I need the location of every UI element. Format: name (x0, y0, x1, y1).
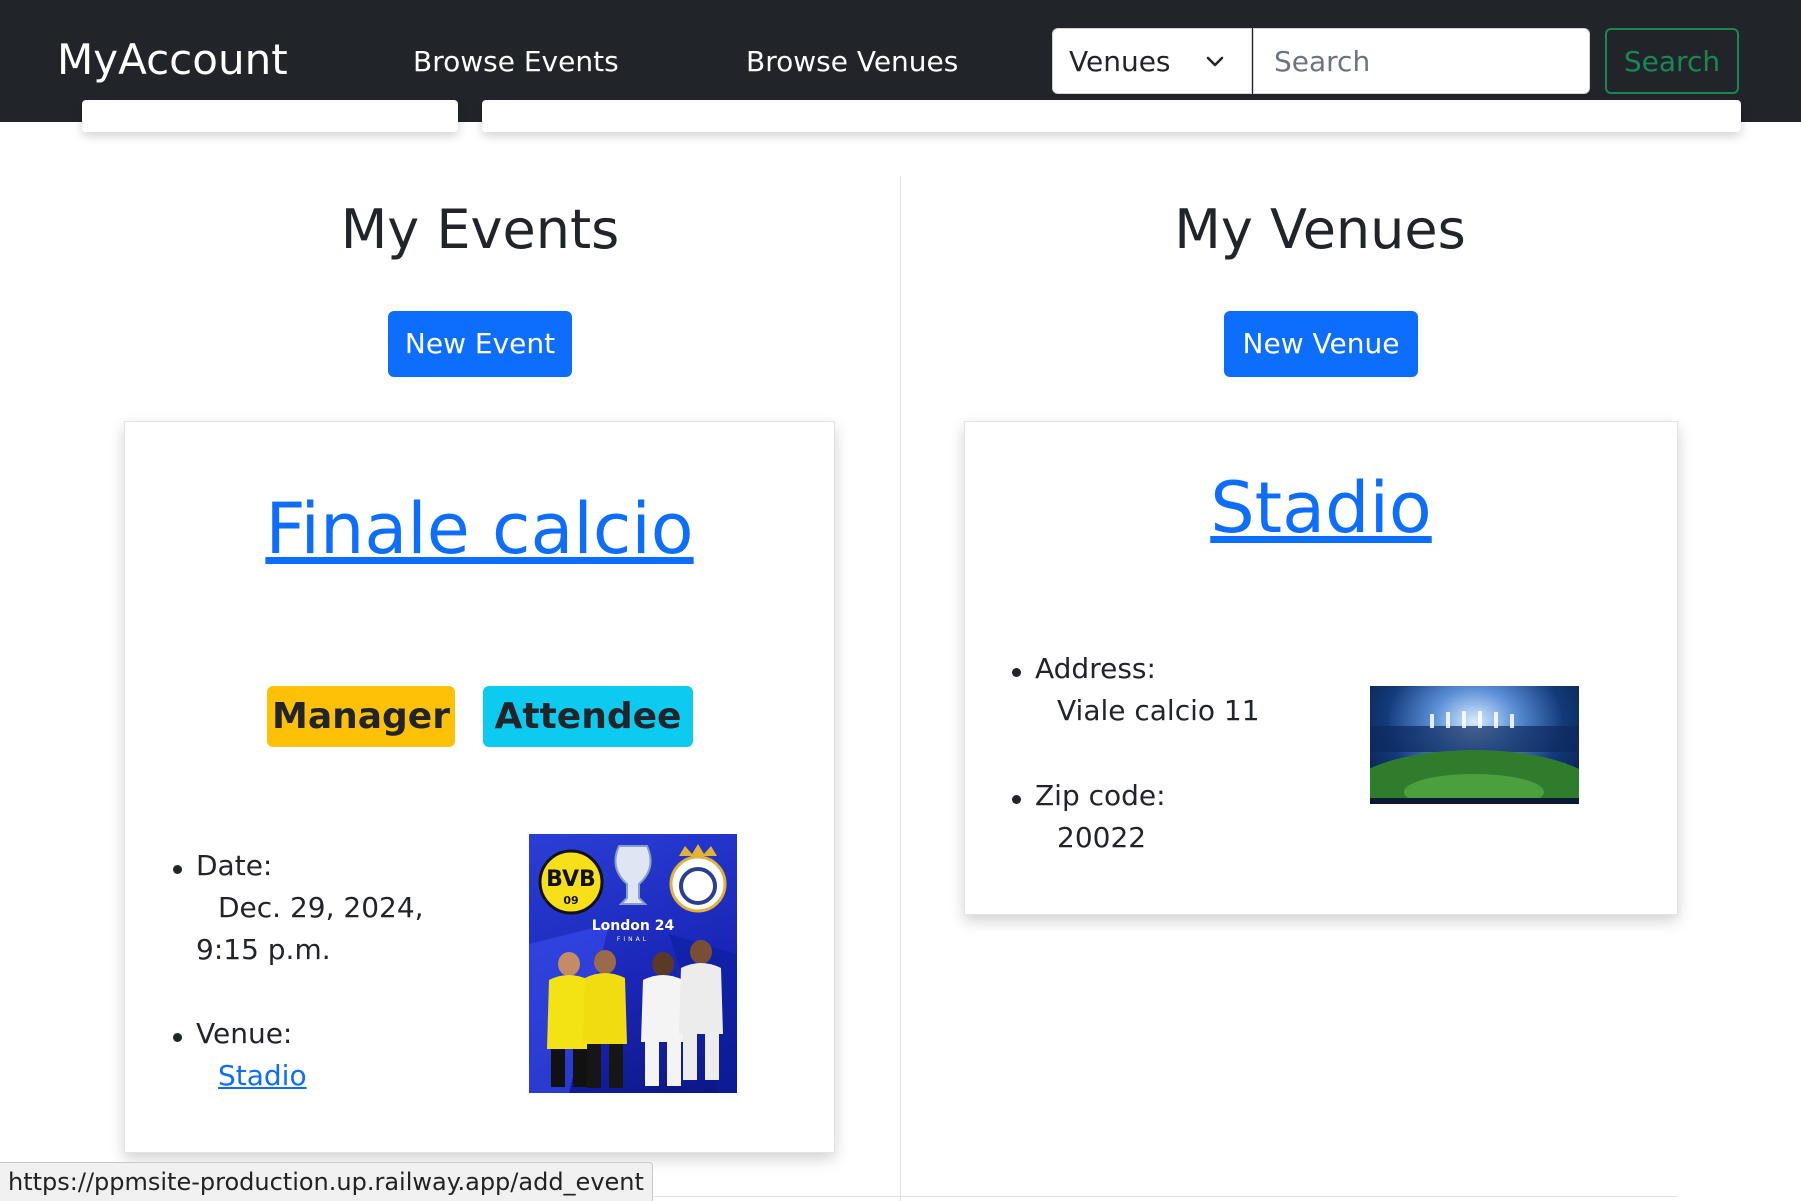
search-type-value: Venues (1069, 45, 1171, 78)
poster-logo-left: BVB (546, 867, 596, 892)
bullet-icon (173, 865, 182, 874)
bullet-icon (1012, 795, 1021, 804)
my-events-title: My Events (340, 198, 620, 261)
new-venue-button[interactable]: New Venue (1224, 311, 1418, 377)
date-value: Dec. 29, 2024, (218, 891, 424, 924)
event-poster-image: BVB 09 London 24 FINAL (529, 834, 737, 1093)
nav-browse-venues[interactable]: Browse Venues (746, 42, 958, 82)
top-card-left (82, 100, 458, 132)
event-card: Finale calcio Manager Attendee Date: Dec… (124, 421, 835, 1153)
chevron-down-icon (1206, 56, 1224, 67)
poster-logo-left-sub: 09 (563, 894, 578, 907)
attendee-badge: Attendee (483, 686, 693, 747)
top-card-right (482, 100, 1741, 132)
venue-label: Venue: (196, 1017, 293, 1050)
manager-badge: Manager (267, 686, 455, 747)
stadium-artwork (1370, 711, 1579, 804)
search-input[interactable] (1253, 28, 1590, 94)
bullet-icon (173, 1033, 182, 1042)
search-button[interactable]: Search (1605, 28, 1739, 94)
poster-subtitle: FINAL (617, 936, 649, 943)
address-label: Address: (1035, 652, 1156, 685)
poster-artwork: BVB 09 London 24 FINAL (529, 844, 737, 1093)
date-label: Date: (196, 849, 273, 882)
nav-browse-events[interactable]: Browse Events (413, 42, 619, 82)
venue-card: Stadio Address: Viale calcio 11 Zip code… (964, 421, 1678, 915)
page: MyAccount Browse Events Browse Venues Ve… (0, 0, 1801, 1201)
poster-title: London 24 (592, 918, 675, 934)
next-card-edge (605, 1196, 1678, 1201)
search-type-select[interactable]: Venues (1052, 28, 1252, 94)
new-event-button[interactable]: New Event (388, 311, 572, 377)
address-value: Viale calcio 11 (1057, 694, 1260, 727)
column-divider (900, 176, 901, 1201)
brand-link[interactable]: MyAccount (57, 32, 288, 88)
event-title-link[interactable]: Finale calcio (125, 484, 834, 574)
venue-title-link[interactable]: Stadio (965, 463, 1677, 553)
zip-value: 20022 (1057, 821, 1147, 854)
venue-stadium-image (1370, 686, 1579, 804)
zip-label: Zip code: (1035, 779, 1166, 812)
time-value: 9:15 p.m. (196, 933, 331, 966)
venue-link[interactable]: Stadio (218, 1055, 307, 1097)
status-url-bar: https://ppmsite-production.up.railway.ap… (0, 1162, 653, 1201)
my-venues-title: My Venues (1174, 198, 1466, 261)
bullet-icon (1012, 668, 1021, 677)
